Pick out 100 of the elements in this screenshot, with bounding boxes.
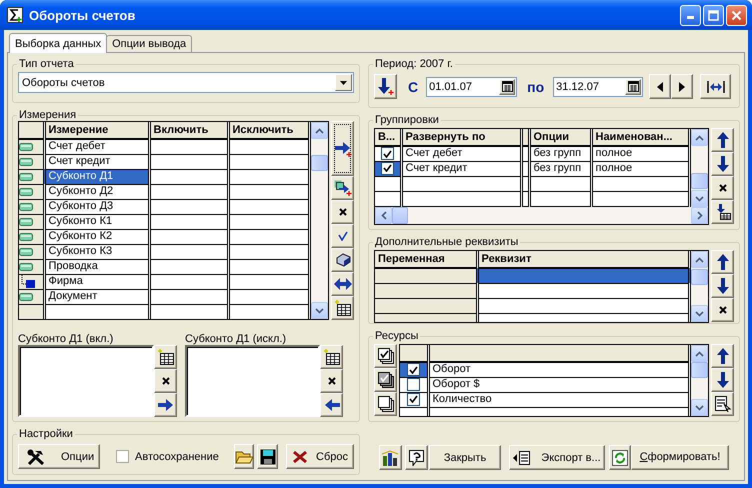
scrollbar-thumb[interactable] [392, 207, 408, 224]
add-group-button[interactable] [331, 176, 354, 200]
invert-button[interactable] [374, 368, 397, 392]
maximize-button[interactable] [703, 4, 724, 26]
list-box[interactable] [185, 345, 320, 418]
table-cell: Счет кредит [401, 161, 521, 176]
row-selector[interactable] [375, 161, 401, 176]
checkbox[interactable] [380, 147, 394, 160]
minimize-button[interactable] [680, 4, 701, 26]
move-button[interactable] [154, 393, 177, 418]
move-down-button[interactable] [711, 152, 734, 176]
column-header: В... [375, 129, 401, 146]
swap-button[interactable] [331, 272, 354, 296]
column-header: Опции [529, 129, 591, 146]
checkbox[interactable] [406, 378, 420, 391]
arrow-right-icon [158, 399, 174, 412]
check-all-button[interactable] [374, 344, 397, 368]
chart-button[interactable] [379, 445, 402, 470]
scroll-up-button[interactable] [691, 251, 708, 268]
scroll-right-button[interactable] [691, 207, 708, 224]
scroll-left-button[interactable] [375, 207, 392, 224]
reset-button[interactable]: Сброс [286, 444, 354, 470]
group-title: Тип отчета [18, 58, 75, 70]
scroll-down-button[interactable] [311, 302, 328, 320]
vertical-scrollbar[interactable] [311, 122, 328, 320]
move-down-button[interactable] [711, 368, 734, 392]
scrollbar-thumb[interactable] [311, 155, 328, 172]
select-button[interactable] [320, 345, 343, 370]
report-type-dropdown[interactable]: Обороты счетов [18, 72, 354, 93]
scrollbar-thumb[interactable] [691, 362, 708, 378]
horizontal-scrollbar[interactable] [375, 207, 708, 224]
clear-button[interactable] [331, 248, 354, 272]
calendar-icon [502, 81, 513, 92]
build-button[interactable]: Сформировать! [631, 445, 729, 470]
checkbox[interactable] [406, 363, 420, 376]
delete-button[interactable] [320, 369, 343, 394]
field-icon [19, 158, 33, 166]
check-button[interactable] [331, 224, 354, 248]
close-dialog-button[interactable]: Закрыть [429, 445, 501, 470]
close-button[interactable] [726, 4, 747, 26]
refresh-icon [612, 450, 628, 466]
scrollbar-thumb[interactable] [691, 269, 708, 285]
arrow-right-plus-icon [334, 140, 352, 157]
scroll-up-button[interactable] [691, 345, 708, 362]
refresh-button[interactable] [609, 445, 631, 470]
options-button[interactable]: Опции [18, 444, 100, 470]
bar-chart-icon [382, 450, 400, 466]
export-button[interactable]: Экспорт в... [509, 445, 605, 470]
details-button[interactable] [711, 392, 734, 416]
triangle-right-icon [679, 82, 686, 92]
add-button[interactable] [331, 121, 354, 176]
date-field[interactable]: 01.01.07 [426, 76, 518, 96]
help-button[interactable] [405, 445, 428, 470]
row-selector[interactable] [400, 392, 428, 407]
checkbox[interactable] [116, 450, 129, 464]
move-button[interactable] [320, 393, 343, 418]
next-button[interactable] [671, 74, 694, 99]
scroll-up-button[interactable] [311, 122, 328, 140]
move-down-button[interactable] [711, 274, 734, 298]
delete-button[interactable] [154, 369, 177, 394]
scroll-up-button[interactable] [691, 129, 708, 146]
export-table-button[interactable] [711, 200, 734, 224]
calendar-button[interactable] [625, 78, 642, 94]
select-button[interactable] [331, 296, 354, 320]
list-box[interactable] [18, 345, 154, 418]
arrow-right-plus-icon [334, 180, 352, 196]
row-selector[interactable] [400, 362, 428, 377]
fill-period-button[interactable] [374, 74, 397, 99]
vertical-scrollbar[interactable] [691, 251, 708, 322]
tab[interactable]: Опции вывода [106, 35, 192, 52]
row-selector[interactable] [400, 377, 428, 392]
move-up-button[interactable] [711, 128, 734, 152]
vertical-scrollbar[interactable] [691, 345, 708, 416]
field-icon [19, 248, 33, 256]
double-arrow-icon [334, 278, 352, 290]
tools-icon [27, 448, 45, 465]
uncheck-all-button[interactable] [374, 392, 397, 416]
full-period-button[interactable] [700, 74, 732, 99]
open-button[interactable] [234, 444, 254, 470]
move-up-button[interactable] [711, 250, 734, 274]
select-button[interactable] [154, 345, 177, 370]
selection-cell[interactable] [477, 268, 690, 283]
list-label: Субконто Д1 (искл.) [185, 333, 288, 346]
checkbox-stack-icon [378, 372, 394, 388]
field-icon [19, 188, 33, 196]
tab[interactable]: Выборка данных [9, 33, 108, 53]
calendar-button[interactable] [499, 78, 516, 94]
delete-button[interactable] [711, 298, 734, 322]
save-button[interactable] [257, 444, 278, 470]
previous-button[interactable] [649, 74, 672, 99]
scrollbar-thumb[interactable] [691, 173, 708, 189]
checkbox[interactable] [406, 392, 420, 406]
table-cell: Счет дебет [44, 139, 149, 154]
delete-button[interactable] [711, 176, 734, 200]
delete-button[interactable] [331, 200, 354, 224]
arrow-down-icon [716, 278, 728, 294]
vertical-scrollbar[interactable] [691, 129, 708, 207]
move-up-button[interactable] [711, 344, 734, 368]
checkbox[interactable] [380, 162, 394, 175]
date-field[interactable]: 31.12.07 [553, 76, 644, 96]
